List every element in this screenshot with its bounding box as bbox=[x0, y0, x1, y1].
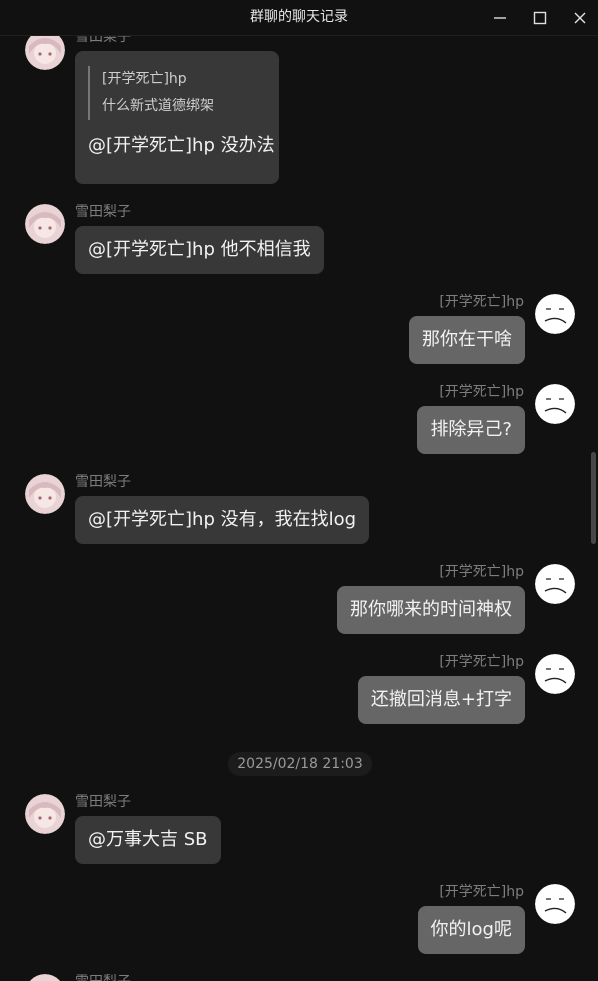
message-bubble[interactable]: 还撤回消息+打字 bbox=[357, 676, 525, 724]
message-bubble[interactable]: [开学死亡]hp 什么新式道德绑架 @[开学死亡]hp 没办法 bbox=[75, 51, 279, 184]
avatar-right[interactable] bbox=[535, 564, 575, 604]
message-bubble[interactable]: 你的log呢 bbox=[417, 906, 525, 954]
quoted-text: 什么新式道德绑架 bbox=[102, 98, 214, 114]
avatar-left[interactable] bbox=[25, 974, 65, 981]
anime-girl-avatar-icon bbox=[25, 474, 65, 514]
message-text: 那你哪来的时间神权 bbox=[350, 599, 512, 620]
sender-name: [开学死亡]hp bbox=[439, 564, 524, 580]
sender-name: [开学死亡]hp bbox=[439, 884, 524, 900]
sender-name: 雪田梨子 bbox=[75, 204, 131, 220]
minimize-button[interactable] bbox=[480, 0, 520, 35]
message-text: 排除异己? bbox=[430, 419, 512, 440]
scrollbar-thumb[interactable] bbox=[591, 452, 596, 544]
minimize-icon bbox=[494, 16, 506, 19]
message-text: 那你在干啥 bbox=[422, 329, 512, 350]
meh-face-avatar-icon bbox=[535, 564, 575, 604]
close-icon bbox=[574, 12, 586, 23]
message-text: @[开学死亡]hp 没有，我在找log bbox=[88, 509, 357, 530]
avatar-left[interactable] bbox=[25, 474, 65, 514]
message-text: @[开学死亡]hp 没办法 bbox=[88, 135, 275, 156]
message-text: 还撤回消息+打字 bbox=[370, 689, 512, 710]
maximize-button[interactable] bbox=[520, 0, 560, 35]
anime-girl-avatar-icon bbox=[25, 794, 65, 834]
anime-girl-avatar-icon bbox=[25, 204, 65, 244]
title-bar: 群聊的聊天记录 bbox=[0, 0, 598, 36]
sender-name: 雪田梨子 bbox=[75, 36, 131, 45]
sender-name: [开学死亡]hp bbox=[439, 294, 524, 310]
close-button[interactable] bbox=[560, 0, 598, 35]
avatar-right[interactable] bbox=[535, 884, 575, 924]
quoted-sender: [开学死亡]hp bbox=[102, 71, 187, 87]
sender-name: 雪田梨子 bbox=[75, 973, 131, 981]
meh-face-avatar-icon bbox=[535, 384, 575, 424]
message-text: @[开学死亡]hp 他不相信我 bbox=[88, 239, 311, 260]
sender-name: 雪田梨子 bbox=[75, 794, 131, 810]
avatar-left[interactable] bbox=[25, 36, 65, 70]
anime-girl-avatar-icon bbox=[25, 36, 65, 70]
maximize-icon bbox=[533, 11, 547, 24]
sender-name: 雪田梨子 bbox=[75, 474, 131, 490]
quoted-message[interactable]: [开学死亡]hp 什么新式道德绑架 bbox=[88, 66, 266, 120]
message-bubble[interactable]: @[开学死亡]hp 他不相信我 bbox=[75, 226, 324, 274]
message-bubble[interactable]: @万事大吉 SB bbox=[75, 816, 221, 864]
message-text: 你的log呢 bbox=[430, 919, 512, 940]
avatar-right[interactable] bbox=[535, 654, 575, 694]
message-bubble[interactable]: 那你哪来的时间神权 bbox=[337, 586, 525, 634]
sender-name: [开学死亡]hp bbox=[439, 654, 524, 670]
avatar-right[interactable] bbox=[535, 294, 575, 334]
timestamp-divider: 2025/02/18 21:03 bbox=[228, 752, 372, 776]
anime-girl-avatar-icon bbox=[29, 974, 61, 981]
message-bubble[interactable]: 排除异己? bbox=[417, 406, 525, 454]
meh-face-avatar-icon bbox=[535, 294, 575, 334]
avatar-right[interactable] bbox=[535, 384, 575, 424]
sender-name: [开学死亡]hp bbox=[439, 384, 524, 400]
avatar-left[interactable] bbox=[25, 204, 65, 244]
meh-face-avatar-icon bbox=[535, 884, 575, 924]
chat-history[interactable]: 雪田梨子 [开学死亡]hp 什么新式道德绑架 @[开学死亡]hp 没办法 雪田梨… bbox=[0, 36, 598, 981]
message-bubble[interactable]: @[开学死亡]hp 没有，我在找log bbox=[75, 496, 370, 544]
message-bubble[interactable]: 那你在干啥 bbox=[409, 316, 525, 364]
meh-face-avatar-icon bbox=[535, 654, 575, 694]
message-text: @万事大吉 SB bbox=[88, 829, 208, 850]
avatar-left[interactable] bbox=[25, 794, 65, 834]
